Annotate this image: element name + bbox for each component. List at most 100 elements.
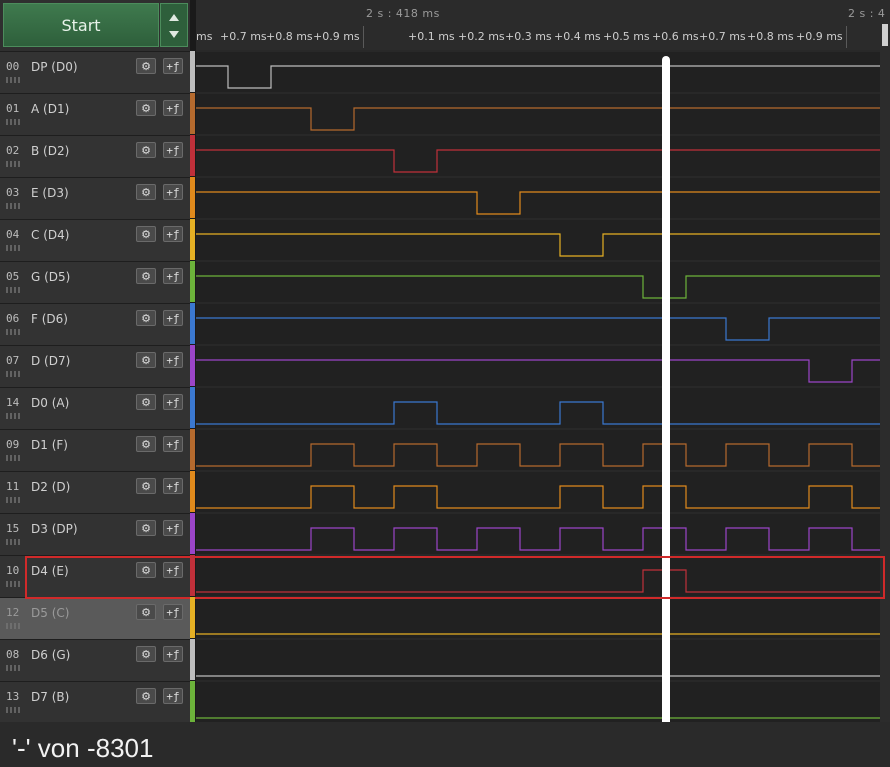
gear-icon[interactable]: ⚙ (136, 646, 156, 662)
channel-name[interactable]: D6 (G) (31, 648, 70, 662)
channel-row[interactable]: 14 D0 (A) ⚙ +ƒ (0, 387, 190, 429)
start-button[interactable]: Start (3, 3, 159, 47)
trigger-icon[interactable]: +ƒ (163, 100, 183, 116)
channel-row[interactable]: 12 D5 (C) ⚙ +ƒ (0, 597, 190, 639)
gear-icon[interactable]: ⚙ (136, 58, 156, 74)
trigger-icon[interactable]: +ƒ (163, 436, 183, 452)
channel-row[interactable]: 06 F (D6) ⚙ +ƒ (0, 303, 190, 345)
drag-handle-icon[interactable] (6, 413, 20, 419)
drag-handle-icon[interactable] (6, 245, 20, 251)
ruler-tick-label: +0.8 ms (747, 30, 794, 43)
channel-row[interactable]: 07 D (D7) ⚙ +ƒ (0, 345, 190, 387)
channel-name[interactable]: D3 (DP) (31, 522, 78, 536)
gear-icon[interactable]: ⚙ (136, 520, 156, 536)
gear-icon[interactable]: ⚙ (136, 184, 156, 200)
drag-handle-icon[interactable] (6, 287, 20, 293)
gear-icon[interactable]: ⚙ (136, 394, 156, 410)
trigger-icon[interactable]: +ƒ (163, 520, 183, 536)
channel-name[interactable]: D (D7) (31, 354, 70, 368)
channel-color-bar (190, 219, 195, 260)
ruler-tick-label: +0.2 ms (458, 30, 505, 43)
channel-waveform (196, 191, 880, 215)
trigger-icon[interactable]: +ƒ (163, 478, 183, 494)
channel-row[interactable]: 01 A (D1) ⚙ +ƒ (0, 93, 190, 135)
gear-icon[interactable]: ⚙ (136, 478, 156, 494)
trigger-icon[interactable]: +ƒ (163, 646, 183, 662)
gear-icon[interactable]: ⚙ (136, 436, 156, 452)
channel-waveform (196, 107, 880, 131)
drag-handle-icon[interactable] (6, 329, 20, 335)
channel-color-bar (190, 51, 195, 92)
trigger-icon[interactable]: +ƒ (163, 604, 183, 620)
channel-row[interactable]: 03 E (D3) ⚙ +ƒ (0, 177, 190, 219)
trigger-icon[interactable]: +ƒ (163, 352, 183, 368)
gear-icon[interactable]: ⚙ (136, 604, 156, 620)
channel-waveform (196, 233, 880, 257)
channel-name[interactable]: D5 (C) (31, 606, 69, 620)
channel-name[interactable]: D7 (B) (31, 690, 69, 704)
channel-name[interactable]: G (D5) (31, 270, 70, 284)
trigger-icon[interactable]: +ƒ (163, 562, 183, 578)
channel-name[interactable]: D4 (E) (31, 564, 69, 578)
drag-handle-icon[interactable] (6, 203, 20, 209)
channel-row[interactable]: 08 D6 (G) ⚙ +ƒ (0, 639, 190, 681)
channel-row[interactable]: 02 B (D2) ⚙ +ƒ (0, 135, 190, 177)
channel-row[interactable]: 13 D7 (B) ⚙ +ƒ (0, 681, 190, 723)
time-cursor[interactable] (662, 56, 670, 732)
trigger-icon[interactable]: +ƒ (163, 142, 183, 158)
drag-handle-icon[interactable] (6, 623, 20, 629)
time-ruler[interactable]: 2 s : 418 ms 2 s : 4 ms +0.7 ms +0.8 ms +0.… (196, 0, 890, 51)
drag-handle-icon[interactable] (6, 497, 20, 503)
vertical-scrollbar[interactable] (880, 50, 890, 722)
drag-handle-icon[interactable] (6, 161, 20, 167)
channel-name[interactable]: A (D1) (31, 102, 69, 116)
channel-name[interactable]: C (D4) (31, 228, 69, 242)
trigger-icon[interactable]: +ƒ (163, 394, 183, 410)
waveform-area[interactable] (196, 50, 880, 722)
channel-name[interactable]: F (D6) (31, 312, 68, 326)
channel-row[interactable]: 10 D4 (E) ⚙ +ƒ (0, 555, 190, 597)
gear-icon[interactable]: ⚙ (136, 226, 156, 242)
channel-name[interactable]: B (D2) (31, 144, 69, 158)
gear-icon[interactable]: ⚙ (136, 100, 156, 116)
drag-handle-icon[interactable] (6, 371, 20, 377)
trigger-icon[interactable]: +ƒ (163, 310, 183, 326)
drag-handle-icon[interactable] (6, 119, 20, 125)
channel-row[interactable]: 05 G (D5) ⚙ +ƒ (0, 261, 190, 303)
channel-waveform (196, 569, 880, 593)
channel-waveform (196, 359, 880, 383)
drag-handle-icon[interactable] (6, 539, 20, 545)
channel-row[interactable]: 11 D2 (D) ⚙ +ƒ (0, 471, 190, 513)
trigger-icon[interactable]: +ƒ (163, 268, 183, 284)
scrollbar-thumb-top[interactable] (882, 24, 888, 46)
channel-number: 08 (6, 648, 20, 661)
channel-row[interactable]: 15 D3 (DP) ⚙ +ƒ (0, 513, 190, 555)
channel-name[interactable]: E (D3) (31, 186, 69, 200)
drag-handle-icon[interactable] (6, 455, 20, 461)
channel-row[interactable]: 04 C (D4) ⚙ +ƒ (0, 219, 190, 261)
trigger-icon[interactable]: +ƒ (163, 58, 183, 74)
drag-handle-icon[interactable] (6, 581, 20, 587)
channel-name[interactable]: DP (D0) (31, 60, 78, 74)
chevron-down-icon (169, 31, 179, 38)
start-options-button[interactable] (160, 3, 188, 47)
channel-waveform (196, 65, 880, 89)
gear-icon[interactable]: ⚙ (136, 688, 156, 704)
gear-icon[interactable]: ⚙ (136, 268, 156, 284)
ruler-tick-label: +0.1 ms (408, 30, 455, 43)
gear-icon[interactable]: ⚙ (136, 352, 156, 368)
gear-icon[interactable]: ⚙ (136, 142, 156, 158)
drag-handle-icon[interactable] (6, 77, 20, 83)
gear-icon[interactable]: ⚙ (136, 562, 156, 578)
drag-handle-icon[interactable] (6, 665, 20, 671)
trigger-icon[interactable]: +ƒ (163, 226, 183, 242)
gear-icon[interactable]: ⚙ (136, 310, 156, 326)
channel-row[interactable]: 09 D1 (F) ⚙ +ƒ (0, 429, 190, 471)
channel-name[interactable]: D0 (A) (31, 396, 69, 410)
drag-handle-icon[interactable] (6, 707, 20, 713)
channel-name[interactable]: D2 (D) (31, 480, 70, 494)
channel-name[interactable]: D1 (F) (31, 438, 68, 452)
trigger-icon[interactable]: +ƒ (163, 184, 183, 200)
trigger-icon[interactable]: +ƒ (163, 688, 183, 704)
channel-row[interactable]: 00 DP (D0) ⚙ +ƒ (0, 51, 190, 93)
